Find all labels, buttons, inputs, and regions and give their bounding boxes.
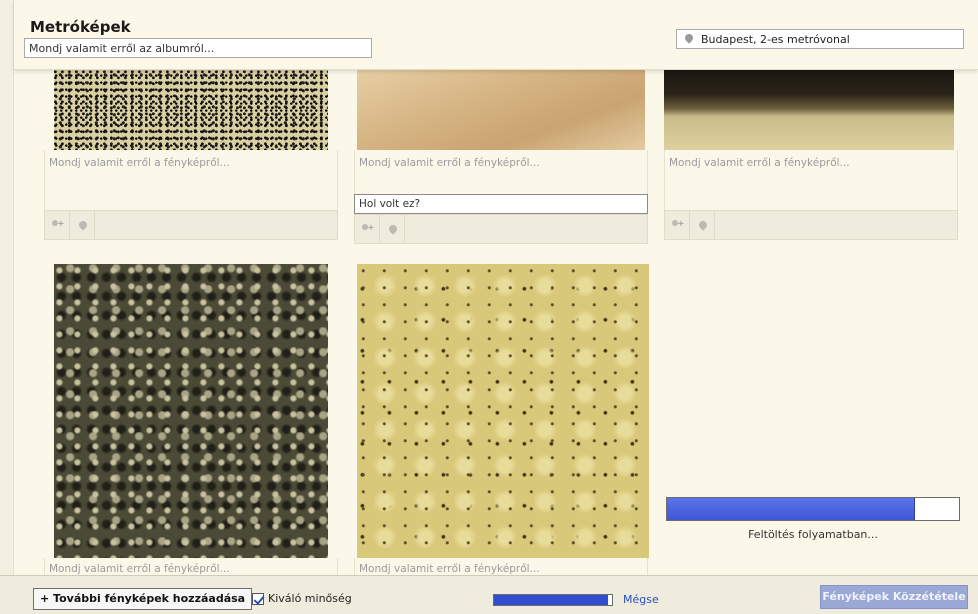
photo-grid: Mondj valamit erről a fényképről... Mond… <box>14 70 978 575</box>
album-title: Metróképek <box>30 18 131 36</box>
photo-card-toolbar <box>664 210 958 240</box>
photo-where-input[interactable]: Hol volt ez? <box>354 194 648 214</box>
photo-caption-input[interactable]: Mondj valamit erről a fényképről... <box>354 150 648 194</box>
cancel-link[interactable]: Mégse <box>623 593 659 606</box>
photo-card-toolbar <box>44 210 338 240</box>
photo-card: Mondj valamit erről a fényképről... Hol … <box>354 70 648 244</box>
album-location-value: Budapest, 2-es metróvonal <box>701 33 850 46</box>
album-description-input[interactable]: Mondj valamit erről az albumról... <box>24 38 372 58</box>
high-quality-checkbox[interactable] <box>252 593 264 605</box>
upload-status-label: Feltöltés folyamatban... <box>748 528 878 541</box>
photo-thumbnail[interactable] <box>357 264 649 558</box>
tag-person-icon[interactable] <box>665 211 690 239</box>
photo-card: Mondj valamit erről a fényképről... <box>44 264 338 575</box>
photo-card: Mondj valamit erről a fényképről... <box>664 70 958 240</box>
dialog-footer: + További fényképek hozzáadása Kiváló mi… <box>0 575 978 614</box>
album-location-input[interactable]: Budapest, 2-es metróvonal <box>676 29 964 49</box>
photo-location-button[interactable] <box>690 211 715 239</box>
pin-icon <box>697 219 709 231</box>
overall-progress-bar <box>493 594 613 606</box>
photo-location-button[interactable] <box>380 215 405 243</box>
background-page-sliver <box>0 0 14 614</box>
photo-card: Mondj valamit erről a fényképről... <box>354 264 649 575</box>
photo-thumbnail[interactable] <box>664 70 954 150</box>
photo-thumbnail[interactable] <box>54 264 328 558</box>
upload-progress-panel: Feltöltés folyamatban... <box>666 497 960 541</box>
tag-person-icon[interactable] <box>355 215 380 243</box>
pin-icon <box>387 223 399 235</box>
photo-card-toolbar <box>354 214 648 244</box>
overall-progress-fill <box>494 595 609 605</box>
photo-caption-input[interactable]: Mondj valamit erről a fényképről... <box>44 150 338 210</box>
photo-caption-input[interactable]: Mondj valamit erről a fényképről... <box>44 558 338 575</box>
photo-location-button[interactable] <box>70 211 95 239</box>
tag-person-icon[interactable] <box>45 211 70 239</box>
high-quality-label: Kiváló minőség <box>268 592 352 605</box>
album-header: Metróképek Mondj valamit erről az albumr… <box>14 0 978 70</box>
upload-progress-fill <box>667 498 916 520</box>
photo-thumbnail[interactable] <box>54 70 328 150</box>
photo-card: Mondj valamit erről a fényképről... <box>44 70 338 240</box>
add-more-photos-button[interactable]: + További fényképek hozzáadása <box>33 588 253 610</box>
upload-progress-bar <box>666 497 960 521</box>
photo-thumbnail[interactable] <box>357 70 645 150</box>
pin-icon <box>77 219 89 231</box>
photo-caption-input[interactable]: Mondj valamit erről a fényképről... <box>664 150 958 210</box>
publish-photos-button[interactable]: Fényképek Közzététele <box>820 585 968 609</box>
photo-caption-input[interactable]: Mondj valamit erről a fényképről... <box>354 558 648 575</box>
pin-icon <box>683 32 695 44</box>
